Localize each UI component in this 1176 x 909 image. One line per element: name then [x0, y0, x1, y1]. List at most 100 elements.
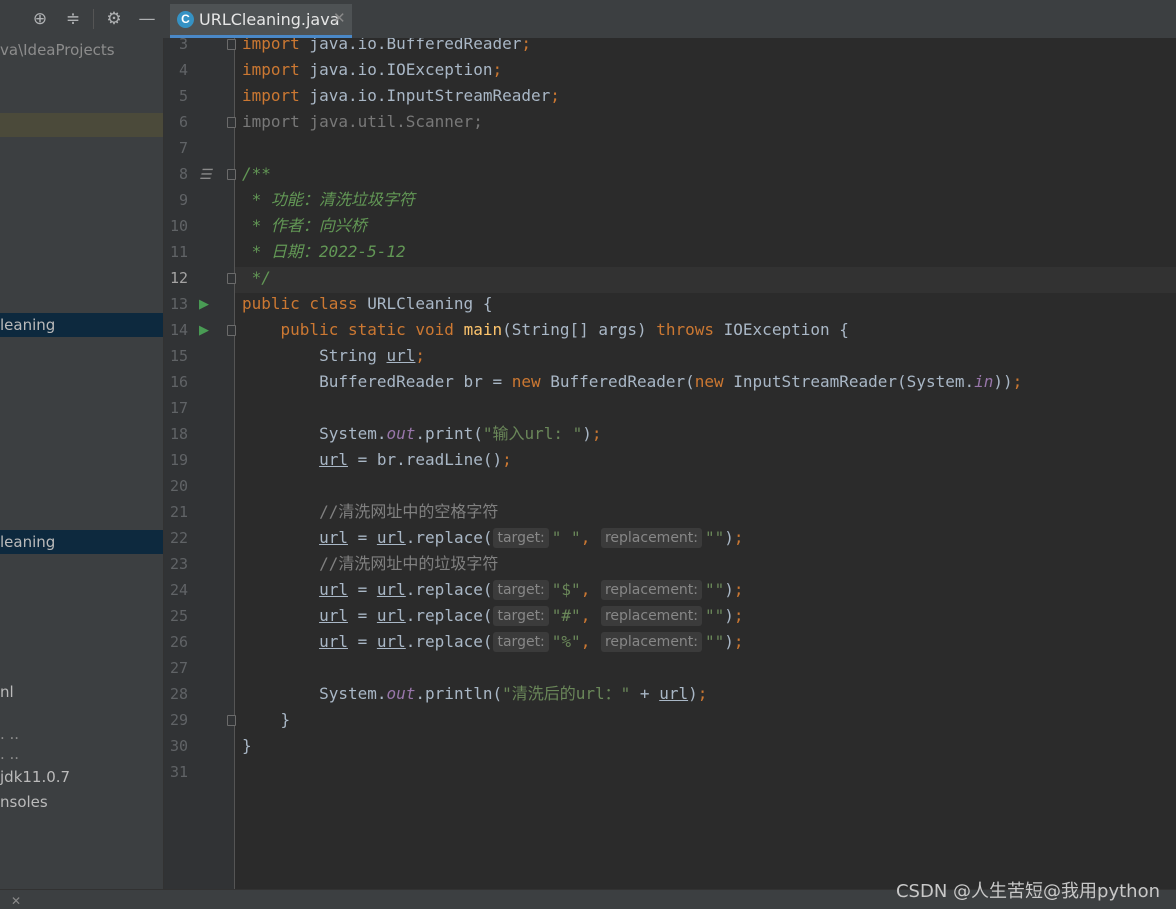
code-token: = — [347, 632, 377, 651]
parameter-hint: replacement: — [600, 580, 703, 600]
code-line: 20 — [164, 473, 1176, 499]
code-editor[interactable]: 3 import java.io.BufferedReader; 4 import j… — [164, 38, 1176, 889]
tab-urlcleaning-java[interactable]: C URLCleaning.java ✕ — [170, 4, 352, 38]
tree-item-project-path[interactable]: va\IdeaProjects — [0, 38, 163, 62]
code-text: import java.io.IOException; — [242, 57, 502, 83]
code-token: = — [347, 528, 377, 547]
tree-item-jdk[interactable]: jdk11.0.7 — [0, 765, 163, 789]
code-token: * 日期：2022-5-12 — [242, 242, 406, 261]
code-line: 19 url = br.readLine(); — [164, 447, 1176, 473]
code-line: 30} — [164, 733, 1176, 759]
line-number: 19 — [169, 451, 188, 469]
code-text: url = url.replace(target: " ", replacemen… — [242, 525, 744, 551]
code-token: //清洗网址中的垃圾字符 — [242, 554, 499, 573]
code-token: "" — [705, 528, 725, 547]
code-text: url = url.replace(target: "#", replacemen… — [242, 603, 744, 629]
code-token: } — [242, 736, 252, 755]
line-number: 23 — [169, 555, 188, 573]
code-token: java.io.InputStreamReader — [299, 86, 551, 105]
code-token: * 作者：向兴桥 — [242, 216, 367, 235]
tree-item-iml[interactable]: nl — [0, 680, 163, 704]
code-token: ) — [724, 632, 734, 651]
gear-icon[interactable]: ⚙ — [104, 9, 124, 29]
code-text: import java.io.InputStreamReader; — [242, 83, 560, 109]
close-icon[interactable]: ✕ — [11, 894, 21, 908]
code-token: out — [386, 684, 416, 703]
code-token: String — [242, 346, 387, 365]
line-number: 31 — [169, 763, 188, 781]
tree-item-highlighted[interactable] — [0, 113, 163, 137]
line-number: 25 — [169, 607, 188, 625]
code-token: InputStreamReader(System. — [723, 372, 975, 391]
fold-marker-icon[interactable] — [227, 715, 236, 726]
code-line: 24 url = url.replace(target: "$", replace… — [164, 577, 1176, 603]
code-token: "%" — [551, 632, 581, 651]
code-token: "$" — [551, 580, 581, 599]
close-icon[interactable]: ✕ — [333, 9, 346, 27]
code-token: url — [376, 632, 406, 651]
code-line: 25 url = url.replace(target: "#", replace… — [164, 603, 1176, 629]
code-token: = — [347, 606, 377, 625]
code-token: url — [376, 528, 406, 547]
code-line: 27 — [164, 655, 1176, 681]
fold-marker-icon[interactable] — [227, 39, 236, 50]
code-text: url = br.readLine(); — [242, 447, 512, 473]
code-line: 29 } — [164, 707, 1176, 733]
code-line: 3 import java.io.BufferedReader; — [164, 38, 1176, 57]
code-token: java.io.IOException — [299, 60, 493, 79]
tree-item-urlcleaning-class[interactable]: leaning — [0, 530, 163, 554]
code-token: ; — [492, 60, 503, 79]
code-token: .replace( — [405, 632, 493, 651]
code-token: url — [376, 606, 406, 625]
code-text: url = url.replace(target: "%", replacemen… — [242, 629, 744, 655]
parameter-hint: replacement: — [600, 528, 703, 548]
code-line: 4 import java.io.IOException; — [164, 57, 1176, 83]
code-token: System. — [242, 684, 387, 703]
fold-marker-icon[interactable] — [227, 117, 236, 128]
code-token: (String[] args) — [502, 320, 657, 339]
code-token: "#" — [551, 606, 581, 625]
code-token: BufferedReader br = — [242, 372, 512, 391]
tree-item-collapsed-2[interactable]: . .. — [0, 742, 163, 766]
tree-item-urlcleaning[interactable]: leaning — [0, 313, 163, 337]
line-number: 11 — [169, 243, 188, 261]
code-token: main — [463, 320, 503, 339]
line-number: 13 — [169, 295, 188, 313]
locate-icon[interactable]: ⊕ — [30, 9, 50, 29]
code-line: 10 * 作者：向兴桥 — [164, 213, 1176, 239]
code-token: ) — [582, 424, 592, 443]
code-token: */ — [242, 268, 271, 287]
toolbar-divider — [93, 9, 94, 29]
code-token: ) — [724, 528, 734, 547]
run-icon[interactable]: ▶ — [199, 291, 213, 317]
line-number: 24 — [169, 581, 188, 599]
project-toolbar: ⊕ ≑ ⚙ — — [0, 0, 164, 39]
line-number: 10 — [169, 217, 188, 235]
hide-panel-icon[interactable]: — — [137, 9, 157, 29]
code-text: //清洗网址中的空格字符 — [242, 499, 498, 525]
line-number: 5 — [178, 87, 188, 105]
run-icon[interactable]: ▶ — [199, 317, 213, 343]
doc-comment-icon[interactable]: ☰ — [199, 161, 213, 187]
code-token: in — [974, 372, 994, 391]
line-number: 8 — [178, 165, 188, 183]
code-text: //清洗网址中的垃圾字符 — [242, 551, 498, 577]
code-token: ) — [688, 684, 698, 703]
code-token: ; — [733, 632, 744, 651]
code-token: System. — [242, 424, 387, 443]
code-token: * 功能：清洗垃圾字符 — [242, 190, 415, 209]
line-number: 7 — [178, 139, 188, 157]
fold-marker-icon[interactable] — [227, 169, 236, 180]
java-class-icon: C — [177, 11, 194, 28]
collapse-all-icon[interactable]: ≑ — [63, 9, 83, 29]
tree-item-scratches-consoles[interactable]: nsoles — [0, 790, 163, 814]
fold-marker-icon[interactable] — [227, 273, 236, 284]
line-number: 27 — [169, 659, 188, 677]
code-text: BufferedReader br = new BufferedReader(n… — [242, 369, 1022, 395]
code-line: 28 System.out.println("清洗后的url：" + url); — [164, 681, 1176, 707]
code-token: .replace( — [405, 606, 493, 625]
fold-marker-icon[interactable] — [227, 325, 236, 336]
tab-label: URLCleaning.java — [199, 10, 340, 29]
line-number: 18 — [169, 425, 188, 443]
